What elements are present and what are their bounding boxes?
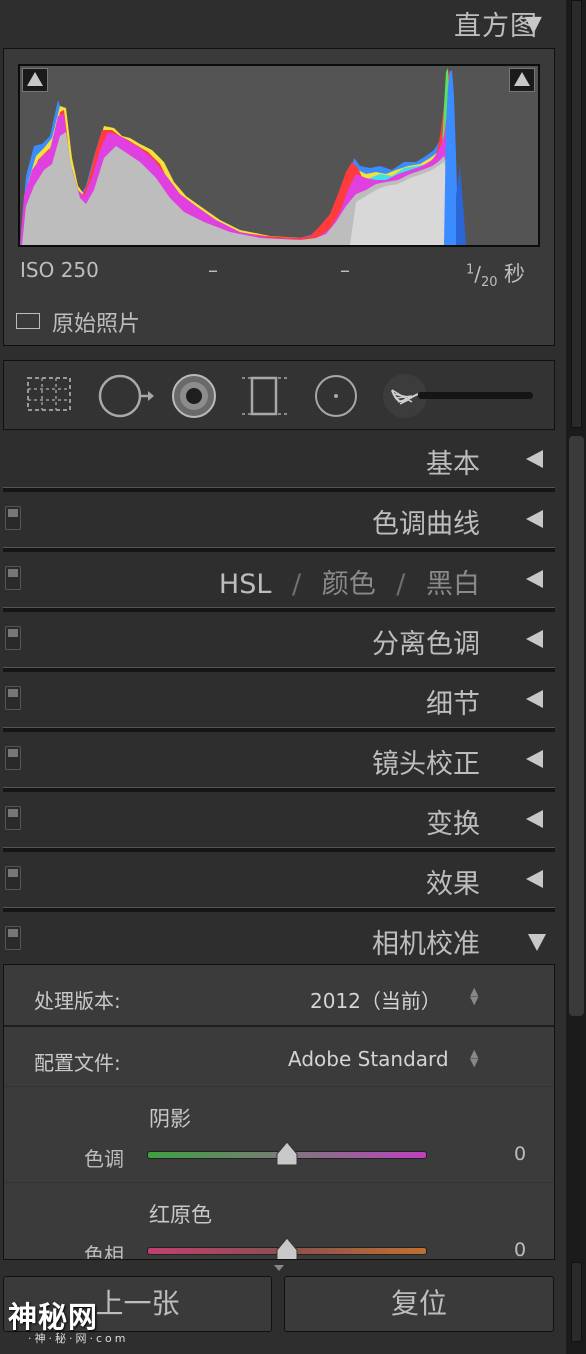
collapse-arrow-icon xyxy=(528,934,546,951)
watermark: 神秘网 ·神·秘·网·com xyxy=(8,1294,125,1345)
slider-thumb-icon xyxy=(276,1141,298,1166)
radial-filter-tool[interactable] xyxy=(312,372,360,424)
expand-arrow-icon xyxy=(526,570,543,588)
original-photo-label[interactable]: 原始照片 xyxy=(52,306,140,338)
graduated-filter-tool[interactable] xyxy=(240,372,290,424)
panel-basic[interactable]: 基本 xyxy=(0,432,560,492)
red-primary-section: 红原色 色相 0 xyxy=(4,1183,554,1260)
expand-arrow-icon xyxy=(526,870,543,888)
reset-button[interactable]: 复位 xyxy=(284,1276,554,1332)
expand-arrow-icon xyxy=(526,750,543,768)
panel-lens-corrections-switch[interactable] xyxy=(5,746,21,770)
up-down-arrows-icon[interactable]: ▲ ▼ xyxy=(470,986,478,1006)
expand-arrow-icon xyxy=(526,810,543,828)
panel-basic-label: 基本 xyxy=(426,449,480,480)
panel-detail-label: 细节 xyxy=(426,689,480,720)
brush-handle-bar[interactable] xyxy=(418,392,533,399)
tab-separator: / xyxy=(292,569,302,600)
process-version-label: 处理版本: xyxy=(34,989,121,1013)
expand-arrow-icon xyxy=(526,630,543,648)
red-primary-hue-label: 色相 xyxy=(84,1243,124,1260)
shutter-numerator: 1 xyxy=(466,262,475,278)
red-primary-heading: 红原色 xyxy=(149,1203,212,1227)
highlight-clipping-toggle[interactable] xyxy=(509,68,535,92)
histogram-graph xyxy=(18,64,540,247)
panel-hsl-switch[interactable] xyxy=(5,566,21,590)
panel-transform-switch[interactable] xyxy=(5,806,21,830)
histogram-collapse-icon[interactable]: ▼ xyxy=(525,12,542,37)
histogram-blue-spike-tail xyxy=(456,166,466,245)
panel-transform[interactable]: 变换 xyxy=(0,792,560,852)
panel-effects-label: 效果 xyxy=(426,869,480,900)
triangle-up-icon xyxy=(27,72,43,86)
profile-label: 配置文件: xyxy=(34,1051,121,1075)
iso-readout: ISO 250 xyxy=(20,258,99,282)
panel-detail-switch[interactable] xyxy=(5,686,21,710)
graduated-filter-icon xyxy=(242,376,288,416)
expand-arrow-icon xyxy=(526,510,543,528)
process-version-row: 处理版本: 2012（当前） ▲ ▼ xyxy=(4,965,554,1027)
camera-calibration-content: 处理版本: 2012（当前） ▲ ▼ 配置文件: Adobe Standard ▲… xyxy=(3,964,555,1260)
shadows-tint-value[interactable]: 0 xyxy=(514,1143,526,1165)
spot-removal-icon xyxy=(98,374,154,418)
shutter-denominator: 20 xyxy=(481,275,498,290)
panel-tone-curve[interactable]: 色调曲线 xyxy=(0,492,560,552)
shutter-speed-readout: 1/20 秒 xyxy=(466,262,525,290)
radial-filter-icon xyxy=(315,375,357,417)
panel-hsl-tabs: HSL / 颜色 / 黑白 xyxy=(219,562,480,601)
process-version-value[interactable]: 2012（当前） xyxy=(310,985,441,1014)
shadow-clipping-toggle[interactable] xyxy=(22,68,48,92)
focal-length-readout: – xyxy=(208,258,218,282)
scrollbar-lower-segment xyxy=(571,1262,582,1342)
shadows-section: 阴影 色调 0 xyxy=(4,1087,554,1183)
resize-handle-icon[interactable] xyxy=(274,1265,284,1271)
scrollbar-upper-segment xyxy=(571,0,582,428)
red-primary-hue-value[interactable]: 0 xyxy=(514,1239,526,1259)
panel-tone-curve-label: 色调曲线 xyxy=(372,509,480,540)
panel-camera-calibration-switch[interactable] xyxy=(5,926,21,950)
watermark-sub: ·神·秘·网·com xyxy=(28,1332,129,1345)
panel-transform-label: 变换 xyxy=(426,809,480,840)
shadows-tint-label: 色调 xyxy=(84,1147,124,1171)
panel-tone-curve-switch[interactable] xyxy=(5,506,21,530)
panel-camera-calibration[interactable]: 相机校准 xyxy=(0,912,560,964)
aperture-readout: – xyxy=(340,258,350,282)
shadows-heading: 阴影 xyxy=(149,1107,191,1131)
panel-lens-corrections-label: 镜头校正 xyxy=(372,749,480,780)
panel-split-toning[interactable]: 分离色调 xyxy=(0,612,560,672)
expand-arrow-icon xyxy=(526,450,543,468)
scrollbar-thumb[interactable] xyxy=(569,436,584,1016)
red-eye-icon xyxy=(172,374,216,418)
red-eye-tool[interactable] xyxy=(170,372,218,424)
shutter-unit: 秒 xyxy=(503,262,525,286)
panel-effects-switch[interactable] xyxy=(5,866,21,890)
crop-overlay-tool[interactable] xyxy=(24,372,74,420)
tab-color[interactable]: 颜色 xyxy=(322,569,376,600)
triangle-up-icon xyxy=(514,72,530,86)
original-photo-checkbox[interactable] xyxy=(16,313,40,329)
panel-split-toning-label: 分离色调 xyxy=(372,629,480,660)
crop-icon xyxy=(27,377,71,411)
profile-row: 配置文件: Adobe Standard ▲ ▼ xyxy=(4,1027,554,1087)
tab-black-white[interactable]: 黑白 xyxy=(426,569,480,600)
spot-removal-tool[interactable] xyxy=(96,372,156,424)
up-down-arrows-icon[interactable]: ▲ ▼ xyxy=(470,1048,478,1068)
panel-detail[interactable]: 细节 xyxy=(0,672,560,732)
panel-effects[interactable]: 效果 xyxy=(0,852,560,912)
panel-camera-calibration-label: 相机校准 xyxy=(372,929,480,960)
tab-hsl[interactable]: HSL xyxy=(219,569,271,600)
panel-split-toning-switch[interactable] xyxy=(5,626,21,650)
slider-thumb-icon xyxy=(276,1237,298,1259)
panel-hsl[interactable]: HSL / 颜色 / 黑白 xyxy=(0,552,560,612)
expand-arrow-icon xyxy=(526,690,543,708)
tab-separator: / xyxy=(396,569,406,600)
panel-lens-corrections[interactable]: 镜头校正 xyxy=(0,732,560,792)
profile-value[interactable]: Adobe Standard xyxy=(288,1047,449,1071)
